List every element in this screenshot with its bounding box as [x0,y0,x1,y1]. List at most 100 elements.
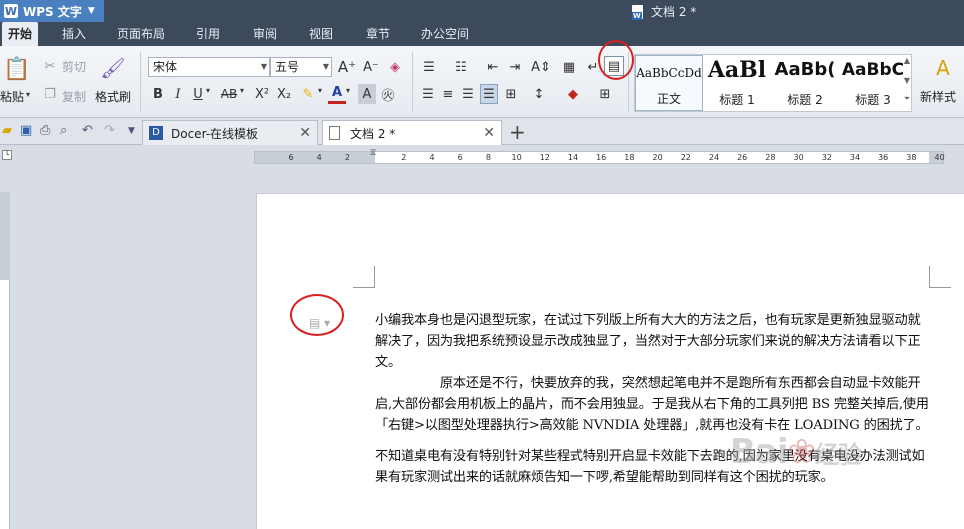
style-name: 标题 2 [787,93,823,107]
new-style-icon[interactable]: A [930,54,956,82]
style-heading-2[interactable]: AaBb( 标题 2 [771,55,839,111]
numbering-icon[interactable]: ☷ [452,57,470,77]
shrink-font-icon[interactable]: A⁻ [362,57,380,77]
style-sample: AaBb( [774,59,836,80]
app-name: WPS 文字 [23,4,82,19]
shading-icon[interactable]: ◆ [564,84,582,104]
tab-insert[interactable]: 插入 [56,22,92,46]
paragraph-mark-icon[interactable]: ↵ [584,57,602,77]
indent-marker-icon[interactable]: ⧖ [370,148,376,158]
font-size-combo[interactable]: 五号 ▼ [270,57,332,77]
tab-label: Docer-在线模板 [171,126,259,141]
chevron-down-icon[interactable]: ▼ [902,76,912,85]
align-right-icon[interactable]: ☰ [460,84,476,104]
increase-indent-icon[interactable]: ⇥ [506,57,524,77]
app-menu-button[interactable]: W WPS 文字 ▼ [0,0,104,22]
tab-office-space[interactable]: 办公空间 [415,22,475,46]
chevron-down-icon[interactable]: ▾ [26,90,30,99]
expand-gallery-icon[interactable]: ⏷ [902,94,912,104]
clear-format-icon[interactable]: ◈ [386,57,404,77]
ruler-number: 24 [708,153,720,162]
justify-icon[interactable]: ☰ [480,84,498,104]
paste-button-label[interactable]: 粘贴 [0,88,24,105]
tab-home[interactable]: 开始 [2,22,39,46]
style-heading-1[interactable]: AaBl 标题 1 [703,55,771,111]
paragraph-layout-icon[interactable]: ▤ ▾ [309,316,330,330]
document-icon [632,4,643,20]
vertical-ruler[interactable] [0,192,10,529]
style-sample: AaBbC [841,60,905,80]
new-tab-icon[interactable]: + [509,120,526,144]
tab-docer-templates[interactable]: D Docer-在线模板 ✕ [142,120,318,145]
ruler-number: 6 [457,153,463,162]
tab-view[interactable]: 视图 [303,22,339,46]
italic-icon[interactable]: I [170,84,186,104]
chevron-down-icon: ▼ [87,6,95,16]
watermark-sub: 经验 [815,441,862,469]
align-left-icon[interactable]: ☰ [420,84,436,104]
docer-icon: D [149,126,163,140]
bullets-icon[interactable]: ☰ [420,57,438,77]
ruler-number: 34 [849,153,861,162]
decrease-indent-icon[interactable]: ⇤ [484,57,502,77]
paste-icon[interactable]: 📋 [3,54,30,84]
undo-icon[interactable]: ↶ [82,123,93,138]
new-style-button[interactable]: 新样式 [920,88,956,105]
font-name-combo[interactable]: 宋体 ▼ [148,57,270,77]
paragraph: 原本还是不行，快要放弃的我，突然想起笔电并不是跑所有东西都会自动显卡效能开启,大… [375,376,929,433]
horizontal-ruler[interactable]: 6 4 2 2 4 6 8 10 12 14 16 18 20 22 24 26 28 30 32 34 36 38 40 [254,151,945,164]
chevron-up-icon[interactable]: ▲ [902,56,912,65]
chevron-down-icon[interactable]: ▾ [206,86,210,95]
cut-button[interactable]: 剪切 [62,58,86,75]
document-page[interactable]: ▤ ▾ 小编我本身也是闪退型玩家，在试过下列版上所有大大的方法之后，也有玩家是更… [256,193,964,529]
phonetic-icon[interactable]: ㊋ [378,84,398,104]
distribute-icon[interactable]: ⊞ [502,84,520,104]
close-icon[interactable]: ✕ [483,125,495,141]
tab-chapter[interactable]: 章节 [360,22,396,46]
tab-stop-icon[interactable]: └ [2,150,12,160]
strikethrough-icon[interactable]: AB [218,84,240,104]
customize-toolbar-icon[interactable]: ▼ [128,126,135,136]
style-name: 标题 1 [719,93,755,107]
save-icon[interactable]: ▣ [20,123,32,138]
table-icon[interactable]: ▦ [560,57,578,77]
baidu-watermark: Bai❀经验 [730,432,862,472]
tab-review[interactable]: 审阅 [247,22,283,46]
style-name: 标题 3 [855,93,891,107]
superscript-icon[interactable]: X² [252,84,272,104]
line-spacing-icon[interactable]: ↕ [530,84,548,104]
align-center-icon[interactable]: ≡ [440,84,456,104]
separator [628,52,629,112]
menu-bar: 开始 插入 页面布局 引用 审阅 视图 章节 办公空间 [0,22,964,46]
style-normal[interactable]: AaBbCcDd 正文 [635,55,703,111]
tab-document-2[interactable]: 文档 2 * ✕ [322,120,502,145]
format-painter-button[interactable]: 格式刷 [95,88,131,105]
chevron-down-icon[interactable]: ▾ [240,86,244,95]
ruler-number: 8 [485,153,491,162]
highlight-icon[interactable]: ✎ [298,84,318,104]
char-shading-icon[interactable]: A [358,84,376,104]
font-size-value: 五号 [275,60,300,74]
font-color-icon[interactable]: A [328,84,346,104]
show-paragraph-layout-icon[interactable]: ▤ [604,56,624,76]
char-scaling-icon[interactable]: A⇕ [530,57,552,77]
format-painter-icon[interactable]: 🖌 [100,54,126,82]
bold-icon[interactable]: B [150,84,166,104]
tab-references[interactable]: 引用 [190,22,226,46]
close-icon[interactable]: ✕ [299,125,311,141]
chevron-down-icon[interactable]: ▾ [318,86,322,95]
tab-page-layout[interactable]: 页面布局 [111,22,171,46]
open-folder-icon[interactable]: ▰ [2,123,12,138]
copy-icon: ❐ [44,86,56,102]
redo-icon[interactable]: ↷ [104,123,115,138]
chevron-down-icon[interactable]: ▾ [346,86,350,95]
style-heading-3[interactable]: AaBbC 标题 3 [839,55,907,111]
underline-icon[interactable]: U [190,84,206,104]
subscript-icon[interactable]: X₂ [274,84,294,104]
copy-button[interactable]: 复制 [62,88,86,105]
window-title-text: 文档 2 * [651,5,697,19]
grow-font-icon[interactable]: A⁺ [338,57,356,77]
print-icon[interactable]: ⎙ [40,123,50,138]
borders-icon[interactable]: ⊞ [596,84,614,104]
print-preview-icon[interactable]: ⌕ [60,123,67,138]
